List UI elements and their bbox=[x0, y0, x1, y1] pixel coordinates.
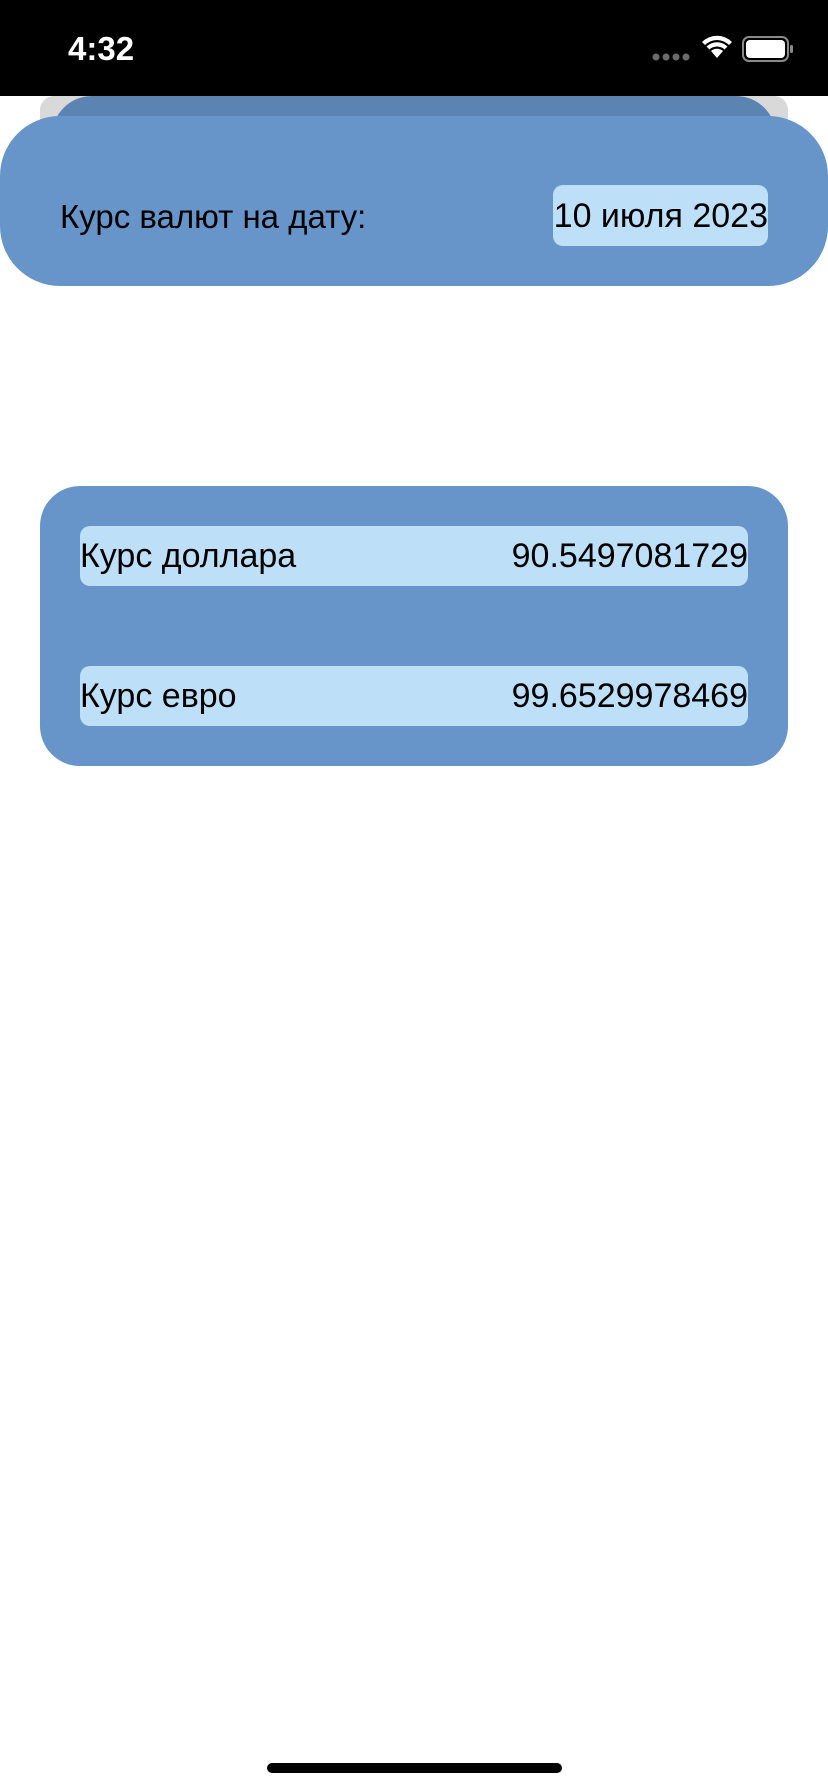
status-bar: 4:32 bbox=[0, 0, 828, 96]
usd-rate-label: Курс доллара bbox=[80, 537, 297, 575]
usd-rate-row: Курс доллара 90.5497081729 bbox=[80, 526, 748, 586]
usd-rate-value: 90.5497081729 bbox=[511, 537, 748, 575]
status-time: 4:32 bbox=[68, 30, 135, 67]
date-label: Курс валют на дату: bbox=[60, 198, 367, 235]
eur-rate-value: 99.6529978469 bbox=[511, 677, 748, 715]
date-picker-value: 10 июля 2023 bbox=[553, 197, 768, 235]
battery-icon bbox=[742, 36, 793, 62]
wifi-icon bbox=[702, 35, 732, 58]
home-indicator[interactable] bbox=[267, 1763, 562, 1773]
signal-icon bbox=[652, 53, 690, 61]
date-picker[interactable]: 10 июля 2023 bbox=[553, 185, 768, 246]
eur-rate-label: Курс евро bbox=[80, 677, 237, 715]
eur-rate-row: Курс евро 99.6529978469 bbox=[80, 666, 748, 726]
